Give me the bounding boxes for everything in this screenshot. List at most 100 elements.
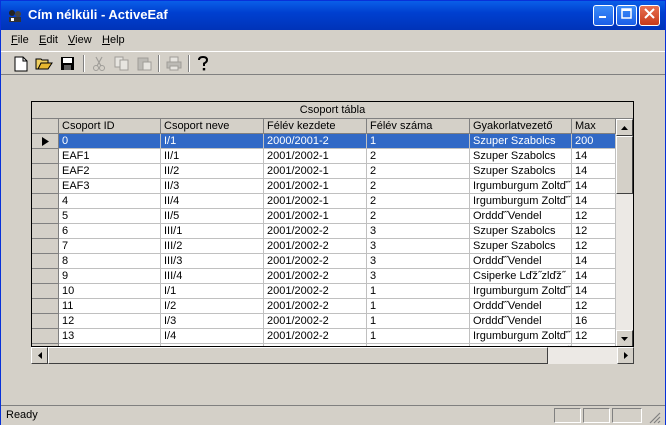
- table-cell[interactable]: Irgumburgum Zoltď˝: [470, 194, 572, 209]
- table-cell[interactable]: 12: [572, 209, 616, 224]
- table-cell[interactable]: I/1: [161, 134, 264, 149]
- row-header[interactable]: [32, 239, 59, 254]
- table-cell[interactable]: 2: [367, 209, 470, 224]
- table-cell[interactable]: I/1: [161, 284, 264, 299]
- row-header[interactable]: [32, 149, 59, 164]
- cut-button[interactable]: [89, 54, 109, 73]
- table-cell[interactable]: 2001/2002-1: [264, 164, 367, 179]
- table-cell[interactable]: 12: [572, 299, 616, 314]
- column-header[interactable]: Csoport ID: [59, 119, 161, 134]
- table-cell[interactable]: 2: [367, 194, 470, 209]
- maximize-button[interactable]: [616, 5, 637, 26]
- table-cell[interactable]: 2001/2002-1: [264, 149, 367, 164]
- table-cell[interactable]: Szuper Szabolcs: [470, 149, 572, 164]
- table-cell[interactable]: 14: [572, 194, 616, 209]
- column-header[interactable]: Félév kezdete: [264, 119, 367, 134]
- table-cell[interactable]: 200: [572, 134, 616, 149]
- row-header[interactable]: [32, 254, 59, 269]
- vertical-scroll-thumb[interactable]: [616, 136, 633, 194]
- column-header[interactable]: Gyakorlatvezető: [470, 119, 572, 134]
- table-cell[interactable]: 4: [59, 194, 161, 209]
- minimize-button[interactable]: [593, 5, 614, 26]
- table-cell[interactable]: 9: [59, 269, 161, 284]
- table-cell[interactable]: 14: [572, 179, 616, 194]
- table-cell[interactable]: 10: [59, 284, 161, 299]
- table-cell[interactable]: 14: [572, 284, 616, 299]
- table-cell[interactable]: 2001/2002-2: [264, 299, 367, 314]
- table-cell[interactable]: I/4: [161, 329, 264, 344]
- horizontal-scroll-thumb[interactable]: [48, 347, 548, 364]
- table-cell[interactable]: II/1: [161, 149, 264, 164]
- table-cell[interactable]: 11: [59, 299, 161, 314]
- table-cell[interactable]: Szuper Szabolcs: [470, 224, 572, 239]
- table-cell[interactable]: 2001/2002-1: [264, 209, 367, 224]
- table-cell[interactable]: 1: [367, 329, 470, 344]
- table-cell[interactable]: III/3: [161, 254, 264, 269]
- table-cell[interactable]: Irgumburgum Zoltď˝: [470, 329, 572, 344]
- table-cell[interactable]: Szuper Szabolcs: [470, 239, 572, 254]
- table-cell[interactable]: Orddď˝Vendel: [470, 254, 572, 269]
- scroll-up-button[interactable]: [616, 119, 633, 136]
- table-cell[interactable]: 7: [59, 239, 161, 254]
- column-header[interactable]: Csoport neve: [161, 119, 264, 134]
- row-header[interactable]: [32, 314, 59, 329]
- table-cell[interactable]: 12: [59, 314, 161, 329]
- table-cell[interactable]: II/2: [161, 164, 264, 179]
- table-cell[interactable]: I/2: [161, 299, 264, 314]
- table-cell[interactable]: Orddď˝Vendel: [470, 209, 572, 224]
- menu-edit[interactable]: Edit: [39, 34, 58, 46]
- print-button[interactable]: [164, 54, 184, 73]
- table-cell[interactable]: EAF3: [59, 179, 161, 194]
- table-cell[interactable]: Orddď˝Vendel: [470, 314, 572, 329]
- menu-help[interactable]: Help: [102, 34, 125, 46]
- resize-grip-icon[interactable]: [649, 412, 661, 424]
- row-header[interactable]: [32, 164, 59, 179]
- table-cell[interactable]: EAF2: [59, 164, 161, 179]
- table-cell[interactable]: 2001/2002-2: [264, 329, 367, 344]
- table-cell[interactable]: 5: [59, 209, 161, 224]
- table-cell[interactable]: 3: [367, 239, 470, 254]
- save-button[interactable]: [57, 54, 77, 73]
- row-header[interactable]: [32, 179, 59, 194]
- table-cell[interactable]: III/1: [161, 224, 264, 239]
- row-header[interactable]: [32, 224, 59, 239]
- table-cell[interactable]: II/5: [161, 209, 264, 224]
- table-cell[interactable]: II/3: [161, 179, 264, 194]
- table-cell[interactable]: 3: [367, 269, 470, 284]
- table-cell[interactable]: Csiperke Lďž˝zlďž˝: [470, 269, 572, 284]
- table-cell[interactable]: 13: [59, 329, 161, 344]
- table-cell[interactable]: 2001/2002-2: [264, 269, 367, 284]
- new-button[interactable]: [11, 54, 31, 73]
- row-header[interactable]: [32, 269, 59, 284]
- scroll-left-button[interactable]: [31, 347, 48, 364]
- data-grid[interactable]: Csoport tábla Csoport ID Csoport neve Fé…: [31, 101, 634, 347]
- table-cell[interactable]: 2001/2002-2: [264, 254, 367, 269]
- table-cell[interactable]: 12: [572, 329, 616, 344]
- row-header[interactable]: [32, 134, 59, 149]
- help-button[interactable]: [193, 54, 213, 73]
- table-cell[interactable]: EAF1: [59, 149, 161, 164]
- scroll-right-button[interactable]: [617, 347, 634, 364]
- vertical-scrollbar[interactable]: [616, 119, 633, 346]
- table-cell[interactable]: 12: [572, 239, 616, 254]
- table-cell[interactable]: 14: [572, 164, 616, 179]
- column-header[interactable]: Félév száma: [367, 119, 470, 134]
- table-cell[interactable]: Szuper Szabolcs: [470, 164, 572, 179]
- table-cell[interactable]: 2: [367, 149, 470, 164]
- table-cell[interactable]: 1: [367, 314, 470, 329]
- table-cell[interactable]: 3: [367, 224, 470, 239]
- table-cell[interactable]: 2001/2002-2: [264, 284, 367, 299]
- table-cell[interactable]: 14: [572, 254, 616, 269]
- table-cell[interactable]: 1: [367, 284, 470, 299]
- table-cell[interactable]: Orddď˝Vendel: [470, 299, 572, 314]
- table-cell[interactable]: 12: [572, 224, 616, 239]
- table-cell[interactable]: 16: [572, 314, 616, 329]
- table-cell[interactable]: III/4: [161, 269, 264, 284]
- table-cell[interactable]: I/3: [161, 314, 264, 329]
- row-header[interactable]: [32, 194, 59, 209]
- table-cell[interactable]: Irgumburgum Zoltď˝: [470, 284, 572, 299]
- table-cell[interactable]: 3: [367, 254, 470, 269]
- column-header[interactable]: Max: [572, 119, 616, 134]
- horizontal-scrollbar[interactable]: [31, 347, 634, 364]
- table-cell[interactable]: 6: [59, 224, 161, 239]
